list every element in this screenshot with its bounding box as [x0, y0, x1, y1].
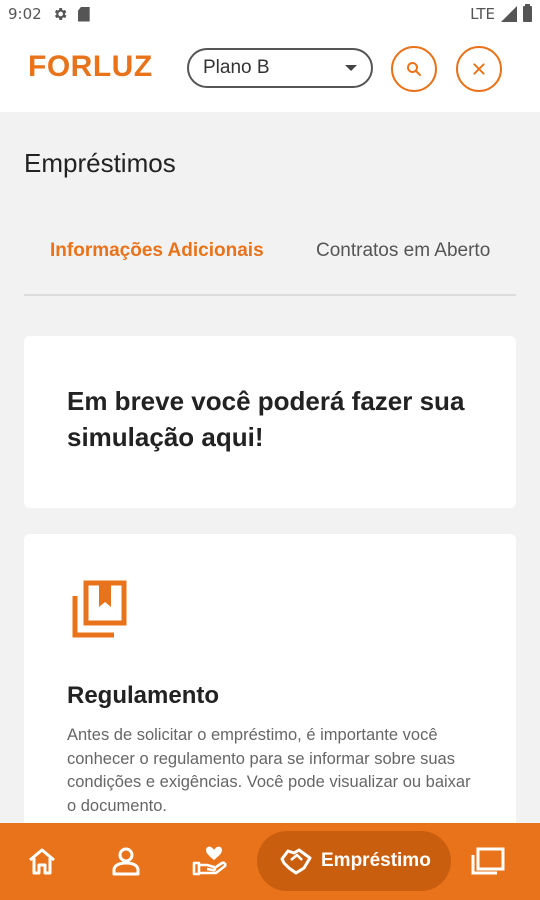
nav-profile[interactable] [108, 843, 144, 879]
signal-icon [501, 6, 517, 22]
nav-care[interactable] [192, 843, 228, 879]
page-title: Empréstimos [24, 148, 176, 178]
regulation-description: Antes de solicitar o empréstimo, é impor… [67, 726, 471, 815]
search-button[interactable] [391, 46, 437, 92]
regulation-card[interactable]: Regulamento Antes de solicitar o emprést… [24, 534, 516, 854]
nav-documents[interactable] [470, 843, 506, 879]
search-icon [407, 62, 421, 76]
forluz-logo: FORLUZ [28, 50, 153, 83]
copy-cards-icon [471, 847, 505, 875]
user-icon [112, 847, 140, 876]
tab-contratos-em-aberto[interactable]: Contratos em Aberto [316, 240, 490, 262]
app-header: FORLUZ Plano B [0, 28, 540, 112]
battery-icon [523, 4, 532, 22]
simulation-card: Em breve você poderá fazer sua simulação… [24, 336, 516, 508]
bookmark-book-icon [72, 580, 127, 638]
chevron-down-icon [345, 65, 357, 71]
close-button[interactable] [456, 46, 502, 92]
tab-bar: Informações Adicionais Contratos em Aber… [24, 222, 516, 296]
nav-emprestimo[interactable]: Empréstimo [257, 831, 451, 891]
sd-card-icon [77, 6, 90, 22]
plan-select-value: Plano B [203, 57, 270, 78]
hand-heart-icon [192, 846, 227, 876]
nav-home[interactable] [24, 843, 60, 879]
status-time: 9:02 [8, 5, 42, 23]
gear-icon [54, 8, 67, 20]
close-icon [473, 63, 485, 75]
handshake-icon [280, 848, 312, 875]
simulation-message: Em breve você poderá fazer sua simulação… [67, 386, 465, 452]
network-label: LTE [470, 5, 495, 23]
nav-emprestimo-label: Empréstimo [321, 850, 431, 871]
plan-select[interactable]: Plano B [187, 48, 373, 88]
home-icon [29, 848, 55, 875]
regulation-title: Regulamento [67, 682, 220, 709]
tab-informacoes-adicionais[interactable]: Informações Adicionais [50, 240, 264, 262]
status-bar: 9:02 LTE [0, 0, 540, 28]
bottom-nav: Empréstimo [0, 823, 540, 900]
